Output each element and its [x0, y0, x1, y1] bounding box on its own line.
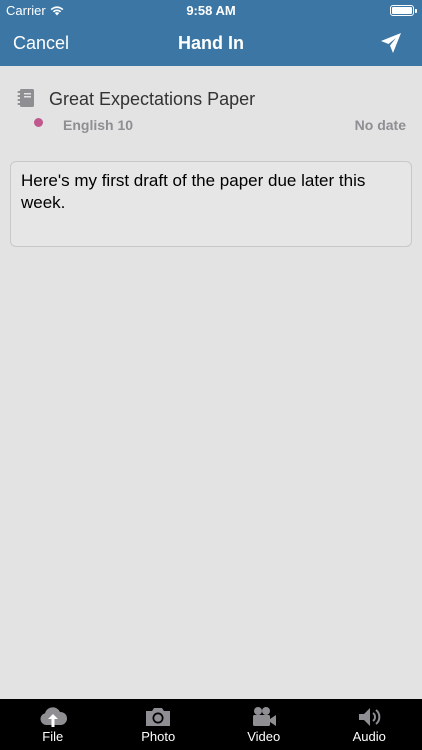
battery-icon: [390, 5, 417, 16]
tab-label: File: [42, 729, 64, 744]
course-color-dot: [34, 118, 43, 127]
tab-label: Audio: [352, 729, 386, 744]
status-time: 9:58 AM: [186, 3, 236, 18]
camera-icon: [146, 708, 171, 726]
header: Carrier 9:58 AM Cancel Hand In: [0, 0, 422, 66]
due-date: No date: [354, 117, 406, 133]
status-bar: Carrier 9:58 AM: [0, 0, 422, 22]
battery-fill: [392, 7, 412, 14]
cancel-button[interactable]: Cancel: [13, 33, 69, 54]
speaker-icon: [359, 708, 381, 726]
tab-label: Photo: [141, 729, 176, 744]
tab-video[interactable]: Video: [211, 699, 317, 750]
paper-plane-icon[interactable]: [380, 32, 402, 54]
course-name: English 10: [63, 117, 134, 133]
comment-textarea[interactable]: Here's my first draft of the paper due l…: [10, 161, 412, 247]
tab-bar: File Photo Video Audio: [0, 699, 422, 750]
notebook-icon: [17, 89, 34, 107]
nav-bar: Cancel Hand In: [0, 22, 422, 66]
cloud-upload-icon: [40, 707, 67, 727]
hand-in-screen: Carrier 9:58 AM Cancel Hand In Great Exp…: [0, 0, 422, 750]
tab-photo[interactable]: Photo: [106, 699, 212, 750]
tab-file[interactable]: File: [0, 699, 106, 750]
assignment-title: Great Expectations Paper: [49, 89, 256, 109]
video-camera-icon: [252, 707, 276, 726]
assignment-info: Great Expectations Paper English 10 No d…: [0, 66, 422, 146]
tab-label: Video: [247, 729, 281, 744]
tab-audio[interactable]: Audio: [317, 699, 422, 750]
